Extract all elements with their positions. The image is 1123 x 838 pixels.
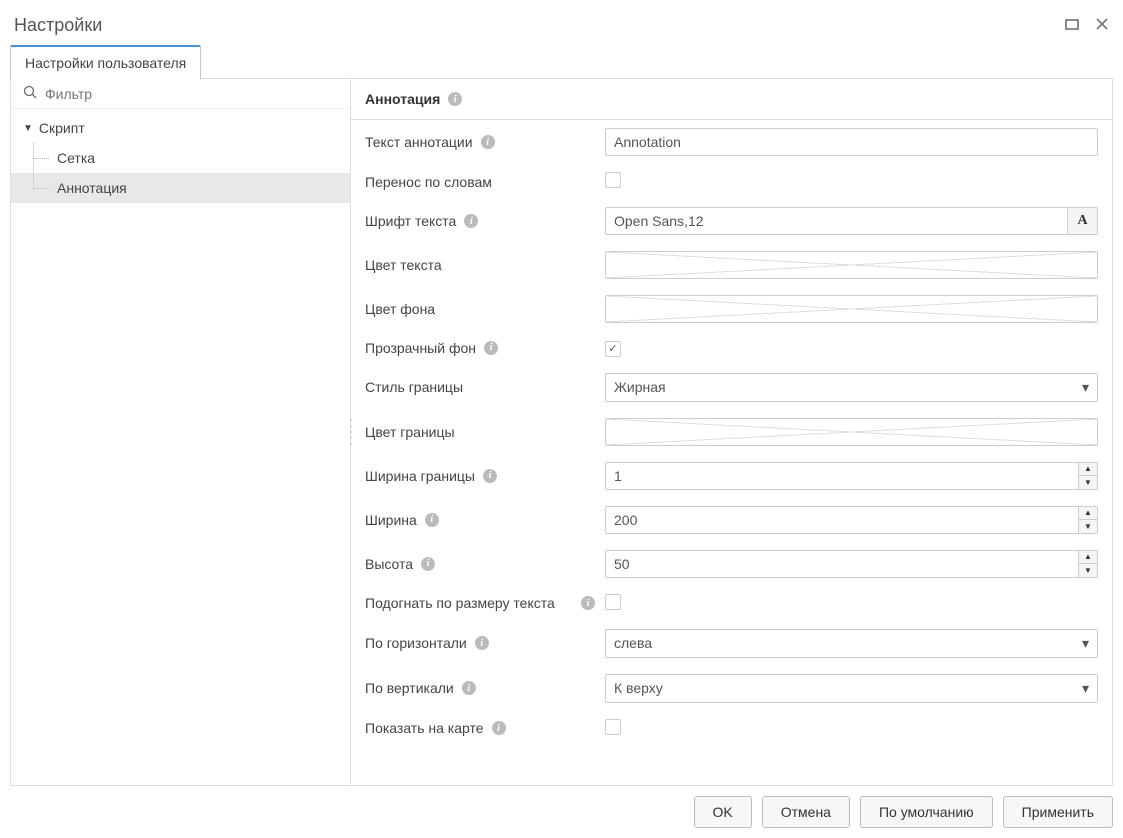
- caret-down-icon: ▼: [23, 123, 33, 134]
- halign-select[interactable]: слева ▾: [605, 629, 1098, 658]
- annotation-text-input[interactable]: [605, 128, 1098, 156]
- chevron-down-icon: ▾: [1082, 379, 1089, 396]
- label-valign: По вертикали i: [365, 680, 595, 696]
- row-border-width: Ширина границы i ▲ ▼: [351, 454, 1112, 498]
- info-icon[interactable]: i: [425, 513, 439, 527]
- label-border-style: Стиль границы: [365, 379, 595, 395]
- border-color-swatch[interactable]: [605, 418, 1098, 446]
- row-text-color: Цвет текста: [351, 243, 1112, 287]
- tab-user-settings[interactable]: Настройки пользователя: [10, 45, 201, 79]
- form-scroll[interactable]: Текст аннотации i Перенос по словам: [351, 120, 1112, 785]
- ok-button[interactable]: OK: [694, 796, 752, 828]
- row-transparent-bg: Прозрачный фон i ✓: [351, 331, 1112, 365]
- cancel-button[interactable]: Отмена: [762, 796, 850, 828]
- row-height: Высота i ▲ ▼: [351, 542, 1112, 586]
- splitter-handle[interactable]: [348, 417, 354, 447]
- filter-input[interactable]: [45, 86, 338, 102]
- word-wrap-checkbox[interactable]: [605, 172, 621, 188]
- tree-item-label: Сетка: [57, 150, 95, 166]
- apply-button[interactable]: Применить: [1003, 796, 1113, 828]
- dialog-title: Настройки: [14, 15, 1065, 36]
- sidebar: ▼ Скрипт Сетка Аннотация: [11, 79, 351, 785]
- tree-item-label: Аннотация: [57, 180, 127, 196]
- spin-down-icon[interactable]: ▼: [1078, 475, 1098, 490]
- chevron-down-icon: ▾: [1082, 680, 1089, 697]
- label-bg-color: Цвет фона: [365, 301, 595, 317]
- info-icon[interactable]: i: [462, 681, 476, 695]
- info-icon[interactable]: i: [492, 721, 506, 735]
- tab-row: Настройки пользователя: [0, 44, 1123, 78]
- titlebar-controls: [1065, 17, 1109, 34]
- chevron-down-icon: ▾: [1082, 635, 1089, 652]
- tree: ▼ Скрипт Сетка Аннотация: [11, 109, 350, 785]
- row-fit-text: Подогнать по размеру текста i: [351, 586, 1112, 621]
- section-header: Аннотация i: [351, 79, 1112, 120]
- main-panel: Аннотация i Текст аннотации i Перенос по…: [351, 79, 1112, 785]
- info-icon[interactable]: i: [421, 557, 435, 571]
- row-border-color: Цвет границы: [351, 410, 1112, 454]
- row-bg-color: Цвет фона: [351, 287, 1112, 331]
- width-input[interactable]: [605, 506, 1078, 534]
- row-valign: По вертикали i К верху ▾: [351, 666, 1112, 711]
- label-text-font: Шрифт текста i: [365, 213, 595, 229]
- row-text-font: Шрифт текста i A: [351, 199, 1112, 243]
- label-border-width: Ширина границы i: [365, 468, 595, 484]
- spin-down-icon[interactable]: ▼: [1078, 563, 1098, 578]
- section-title: Аннотация: [365, 91, 440, 107]
- info-icon[interactable]: i: [448, 92, 462, 106]
- text-font-input[interactable]: [605, 207, 1068, 235]
- border-style-select[interactable]: Жирная ▾: [605, 373, 1098, 402]
- spin-up-icon[interactable]: ▲: [1078, 462, 1098, 476]
- label-border-color: Цвет границы: [365, 424, 595, 440]
- tree-item-annotation[interactable]: Аннотация: [11, 173, 350, 203]
- info-icon[interactable]: i: [581, 596, 595, 610]
- info-icon[interactable]: i: [483, 469, 497, 483]
- search-icon: [23, 85, 37, 102]
- spin-up-icon[interactable]: ▲: [1078, 550, 1098, 564]
- row-annotation-text: Текст аннотации i: [351, 120, 1112, 164]
- settings-dialog: Настройки Настройки пользователя ▼: [0, 0, 1123, 838]
- info-icon[interactable]: i: [484, 341, 498, 355]
- close-icon[interactable]: [1095, 17, 1109, 34]
- default-button[interactable]: По умолчанию: [860, 796, 993, 828]
- label-transparent-bg: Прозрачный фон i: [365, 340, 595, 356]
- label-height: Высота i: [365, 556, 595, 572]
- row-word-wrap: Перенос по словам: [351, 164, 1112, 199]
- row-show-on-map: Показать на карте i: [351, 711, 1112, 746]
- info-icon[interactable]: i: [475, 636, 489, 650]
- tree-root-label: Скрипт: [39, 120, 85, 136]
- row-halign: По горизонтали i слева ▾: [351, 621, 1112, 666]
- row-width: Ширина i ▲ ▼: [351, 498, 1112, 542]
- label-annotation-text: Текст аннотации i: [365, 134, 595, 150]
- info-icon[interactable]: i: [481, 135, 495, 149]
- border-width-input[interactable]: [605, 462, 1078, 490]
- info-icon[interactable]: i: [464, 214, 478, 228]
- height-input[interactable]: [605, 550, 1078, 578]
- label-width: Ширина i: [365, 512, 595, 528]
- label-halign: По горизонтали i: [365, 635, 595, 651]
- font-picker-button[interactable]: A: [1068, 207, 1098, 235]
- maximize-icon[interactable]: [1065, 17, 1079, 34]
- footer: OK Отмена По умолчанию Применить: [0, 786, 1123, 838]
- label-show-on-map: Показать на карте i: [365, 720, 595, 736]
- titlebar: Настройки: [0, 0, 1123, 44]
- text-color-swatch[interactable]: [605, 251, 1098, 279]
- label-word-wrap: Перенос по словам: [365, 174, 595, 190]
- filter-row: [11, 79, 350, 109]
- tree-root-script[interactable]: ▼ Скрипт: [11, 113, 350, 143]
- transparent-bg-checkbox[interactable]: ✓: [605, 341, 621, 357]
- bg-color-swatch[interactable]: [605, 295, 1098, 323]
- tree-item-grid[interactable]: Сетка: [11, 143, 350, 173]
- spin-down-icon[interactable]: ▼: [1078, 519, 1098, 534]
- valign-select[interactable]: К верху ▾: [605, 674, 1098, 703]
- label-text-color: Цвет текста: [365, 257, 595, 273]
- row-border-style: Стиль границы Жирная ▾: [351, 365, 1112, 410]
- show-on-map-checkbox[interactable]: [605, 719, 621, 735]
- label-fit-text: Подогнать по размеру текста i: [365, 595, 595, 611]
- fit-text-checkbox[interactable]: [605, 594, 621, 610]
- spin-up-icon[interactable]: ▲: [1078, 506, 1098, 520]
- content-area: ▼ Скрипт Сетка Аннотация Аннотация i: [10, 78, 1113, 786]
